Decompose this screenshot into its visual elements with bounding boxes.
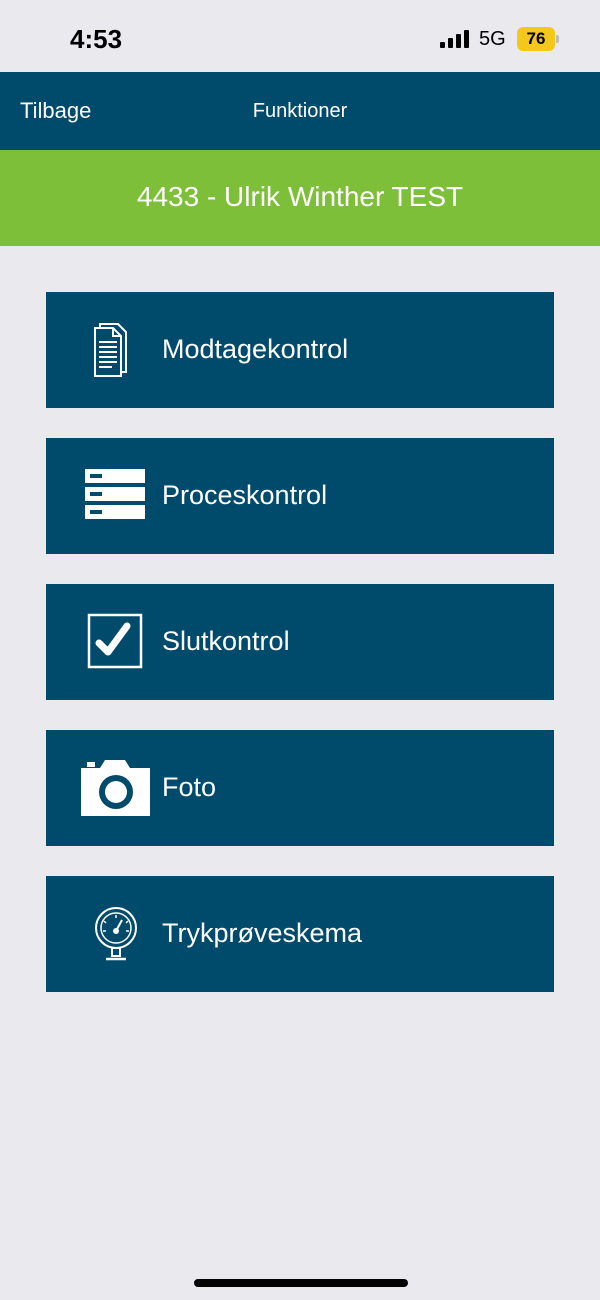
project-banner: 4433 - Ulrik Winther TEST — [0, 150, 600, 246]
project-title: 4433 - Ulrik Winther TEST — [136, 181, 464, 212]
home-indicator[interactable] — [194, 1279, 408, 1287]
checkbox-checked-icon — [87, 613, 143, 669]
document-icon — [94, 323, 127, 377]
camera-icon — [81, 760, 150, 816]
cellular-signal-icon — [440, 30, 469, 48]
menu-item-trykproeveskema[interactable]: Trykprøveskema — [46, 876, 554, 992]
pressure-gauge-icon — [95, 907, 137, 961]
menu-item-modtagekontrol[interactable]: Modtagekontrol — [46, 292, 554, 408]
battery-level: 76 — [517, 27, 555, 51]
menu-item-label: Foto — [162, 772, 217, 802]
battery-tip — [556, 35, 559, 43]
menu-item-slutkontrol[interactable]: Slutkontrol — [46, 584, 554, 700]
network-type: 5G — [479, 28, 506, 50]
status-time: 4:53 — [70, 24, 123, 54]
navigation-bar: Funktioner Tilbage — [0, 72, 600, 150]
back-button[interactable]: Tilbage — [20, 98, 91, 124]
menu-item-label: Modtagekontrol — [162, 334, 349, 364]
menu-item-proceskontrol[interactable]: Proceskontrol — [46, 438, 554, 554]
status-bar: 4:53 5G 76 — [0, 0, 600, 72]
server-stack-icon — [85, 469, 145, 519]
battery-icon: 76 — [517, 27, 559, 51]
menu-item-label: Slutkontrol — [162, 626, 290, 656]
menu-item-label: Trykprøveskema — [162, 918, 363, 948]
menu-item-foto[interactable]: Foto — [46, 730, 554, 846]
menu-item-label: Proceskontrol — [162, 480, 328, 510]
function-menu: Modtagekontrol Proceskontrol Slutkontrol… — [46, 292, 554, 1022]
